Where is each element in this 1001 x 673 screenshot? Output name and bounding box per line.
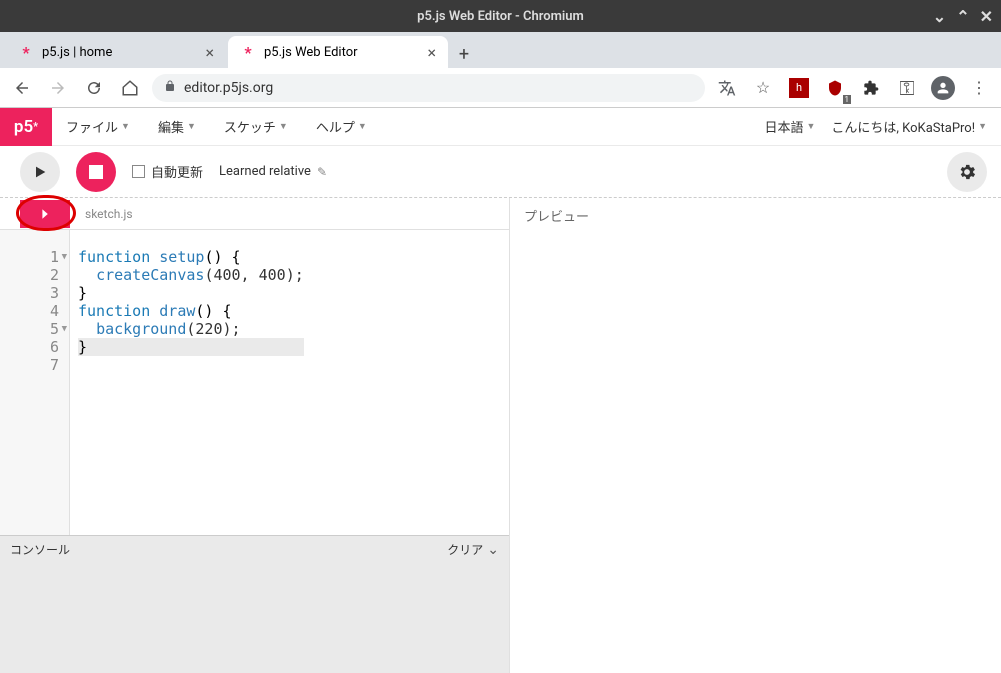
console-output[interactable] (0, 563, 509, 673)
stop-button[interactable] (76, 152, 116, 192)
gear-icon (957, 162, 977, 182)
back-button[interactable] (8, 74, 36, 102)
checkbox-icon[interactable] (132, 165, 145, 178)
extensions-icon[interactable] (857, 74, 885, 102)
sketch-name-text: Learned relative (219, 164, 311, 179)
profile-avatar[interactable] (929, 74, 957, 102)
extension-badge: 1 (843, 95, 852, 104)
key-icon[interactable]: ⚿ (893, 74, 921, 102)
arrow-left-icon (13, 79, 31, 97)
line-number: 1▼ (0, 248, 59, 266)
tab-title: p5.js | home (42, 45, 112, 60)
browser-tab[interactable]: * p5.js | home × (6, 36, 226, 68)
code-body[interactable]: function setup() { createCanvas(400, 400… (70, 230, 312, 535)
menu-sketch[interactable]: スケッチ▼ (210, 108, 302, 145)
content-area: sketch.js 1▼ 2 3 4 5▼ 6 7 function setup… (0, 198, 1001, 673)
arrow-right-icon (49, 79, 67, 97)
preview-label: プレビュー (524, 206, 987, 225)
window-minimize-icon[interactable]: ⌄ (933, 7, 946, 26)
fold-icon[interactable]: ▼ (62, 248, 67, 266)
menu-edit-label: 編集 (158, 117, 184, 136)
chevron-down-icon: ▼ (358, 121, 367, 132)
p5-navbar: p5* ファイル▼ 編集▼ スケッチ▼ ヘルプ▼ 日本語 ▼ こんにちは, Ko… (0, 108, 1001, 146)
console-label: コンソール (10, 541, 70, 558)
p5-menu: ファイル▼ 編集▼ スケッチ▼ ヘルプ▼ (52, 108, 381, 145)
reload-button[interactable] (80, 74, 108, 102)
menu-file[interactable]: ファイル▼ (52, 108, 144, 145)
console-clear-button[interactable]: クリア ⌄ (447, 541, 499, 558)
play-button[interactable] (20, 152, 60, 192)
line-number: 4 (0, 302, 59, 320)
play-icon (32, 164, 48, 180)
address-bar[interactable]: editor.p5js.org (152, 74, 705, 102)
chevron-down-icon: ▼ (806, 121, 815, 132)
chevron-down-icon: ▼ (978, 121, 987, 132)
window-maximize-icon[interactable]: ⌃ (956, 7, 969, 26)
chevron-down-icon: ⌄ (487, 542, 499, 558)
pencil-icon[interactable]: ✎ (317, 165, 327, 179)
browser-toolbar: editor.p5js.org ☆ h 1 ⚿ ⋮ (0, 68, 1001, 108)
editor-column: sketch.js 1▼ 2 3 4 5▼ 6 7 function setup… (0, 198, 510, 673)
window-controls: ⌄ ⌃ ✕ (933, 7, 993, 26)
chevron-down-icon: ▼ (187, 121, 196, 132)
code-editor[interactable]: 1▼ 2 3 4 5▼ 6 7 function setup() { creat… (0, 230, 509, 535)
browser-tab-active[interactable]: * p5.js Web Editor × (228, 36, 448, 68)
p5-nav-right: 日本語 ▼ こんにちは, KoKaStaPro! ▼ (764, 117, 1001, 136)
chevron-right-icon (38, 207, 52, 221)
new-tab-button[interactable]: + (450, 40, 478, 68)
close-tab-icon[interactable]: × (427, 43, 436, 62)
stop-icon (89, 165, 103, 179)
editor-toolbar: 自動更新 Learned relative ✎ (0, 146, 1001, 198)
menu-sketch-label: スケッチ (224, 117, 276, 136)
auto-refresh-label: 自動更新 (151, 162, 203, 181)
window-close-icon[interactable]: ✕ (980, 7, 993, 26)
url-text: editor.p5js.org (184, 80, 273, 96)
preview-column: プレビュー (510, 198, 1001, 673)
file-tab-bar: sketch.js (0, 198, 509, 230)
menu-edit[interactable]: 編集▼ (144, 108, 210, 145)
star-icon[interactable]: ☆ (749, 74, 777, 102)
line-number: 2 (0, 266, 59, 284)
window-title: p5.js Web Editor - Chromium (417, 9, 584, 24)
settings-button[interactable] (947, 152, 987, 192)
console-header: コンソール クリア ⌄ (0, 535, 509, 563)
line-number: 3 (0, 284, 59, 302)
p5-logo[interactable]: p5* (0, 108, 52, 146)
line-gutter: 1▼ 2 3 4 5▼ 6 7 (0, 230, 70, 535)
tab-title: p5.js Web Editor (264, 45, 358, 60)
extension-shield-icon[interactable]: 1 (821, 74, 849, 102)
user-menu[interactable]: こんにちは, KoKaStaPro! ▼ (831, 117, 987, 136)
chevron-down-icon: ▼ (121, 121, 130, 132)
browser-tab-strip: * p5.js | home × * p5.js Web Editor × + (0, 32, 1001, 68)
console-clear-label: クリア (447, 541, 483, 558)
translate-icon[interactable] (713, 74, 741, 102)
language-label: 日本語 (764, 117, 803, 136)
home-icon (121, 79, 139, 97)
p5-favicon-icon: * (240, 44, 256, 60)
chevron-down-icon: ▼ (279, 121, 288, 132)
menu-help-label: ヘルプ (316, 117, 355, 136)
user-greeting: こんにちは, KoKaStaPro! (831, 117, 975, 136)
line-number: 6 (0, 338, 59, 356)
p5-favicon-icon: * (18, 44, 34, 60)
reload-icon (85, 79, 103, 97)
line-number: 7 (0, 356, 59, 374)
file-name[interactable]: sketch.js (85, 207, 133, 221)
home-button[interactable] (116, 74, 144, 102)
extension-h-icon[interactable]: h (785, 74, 813, 102)
close-tab-icon[interactable]: × (205, 43, 214, 62)
menu-icon[interactable]: ⋮ (965, 74, 993, 102)
line-number: 5▼ (0, 320, 59, 338)
forward-button[interactable] (44, 74, 72, 102)
window-titlebar: p5.js Web Editor - Chromium ⌄ ⌃ ✕ (0, 0, 1001, 32)
lock-icon (164, 79, 176, 96)
sketch-name[interactable]: Learned relative ✎ (219, 164, 327, 179)
menu-file-label: ファイル (66, 117, 118, 136)
menu-help[interactable]: ヘルプ▼ (302, 108, 381, 145)
sidebar-expand-button[interactable] (20, 200, 70, 228)
auto-refresh-toggle[interactable]: 自動更新 (132, 162, 203, 181)
fold-icon[interactable]: ▼ (62, 320, 67, 338)
language-switcher[interactable]: 日本語 ▼ (764, 117, 815, 136)
